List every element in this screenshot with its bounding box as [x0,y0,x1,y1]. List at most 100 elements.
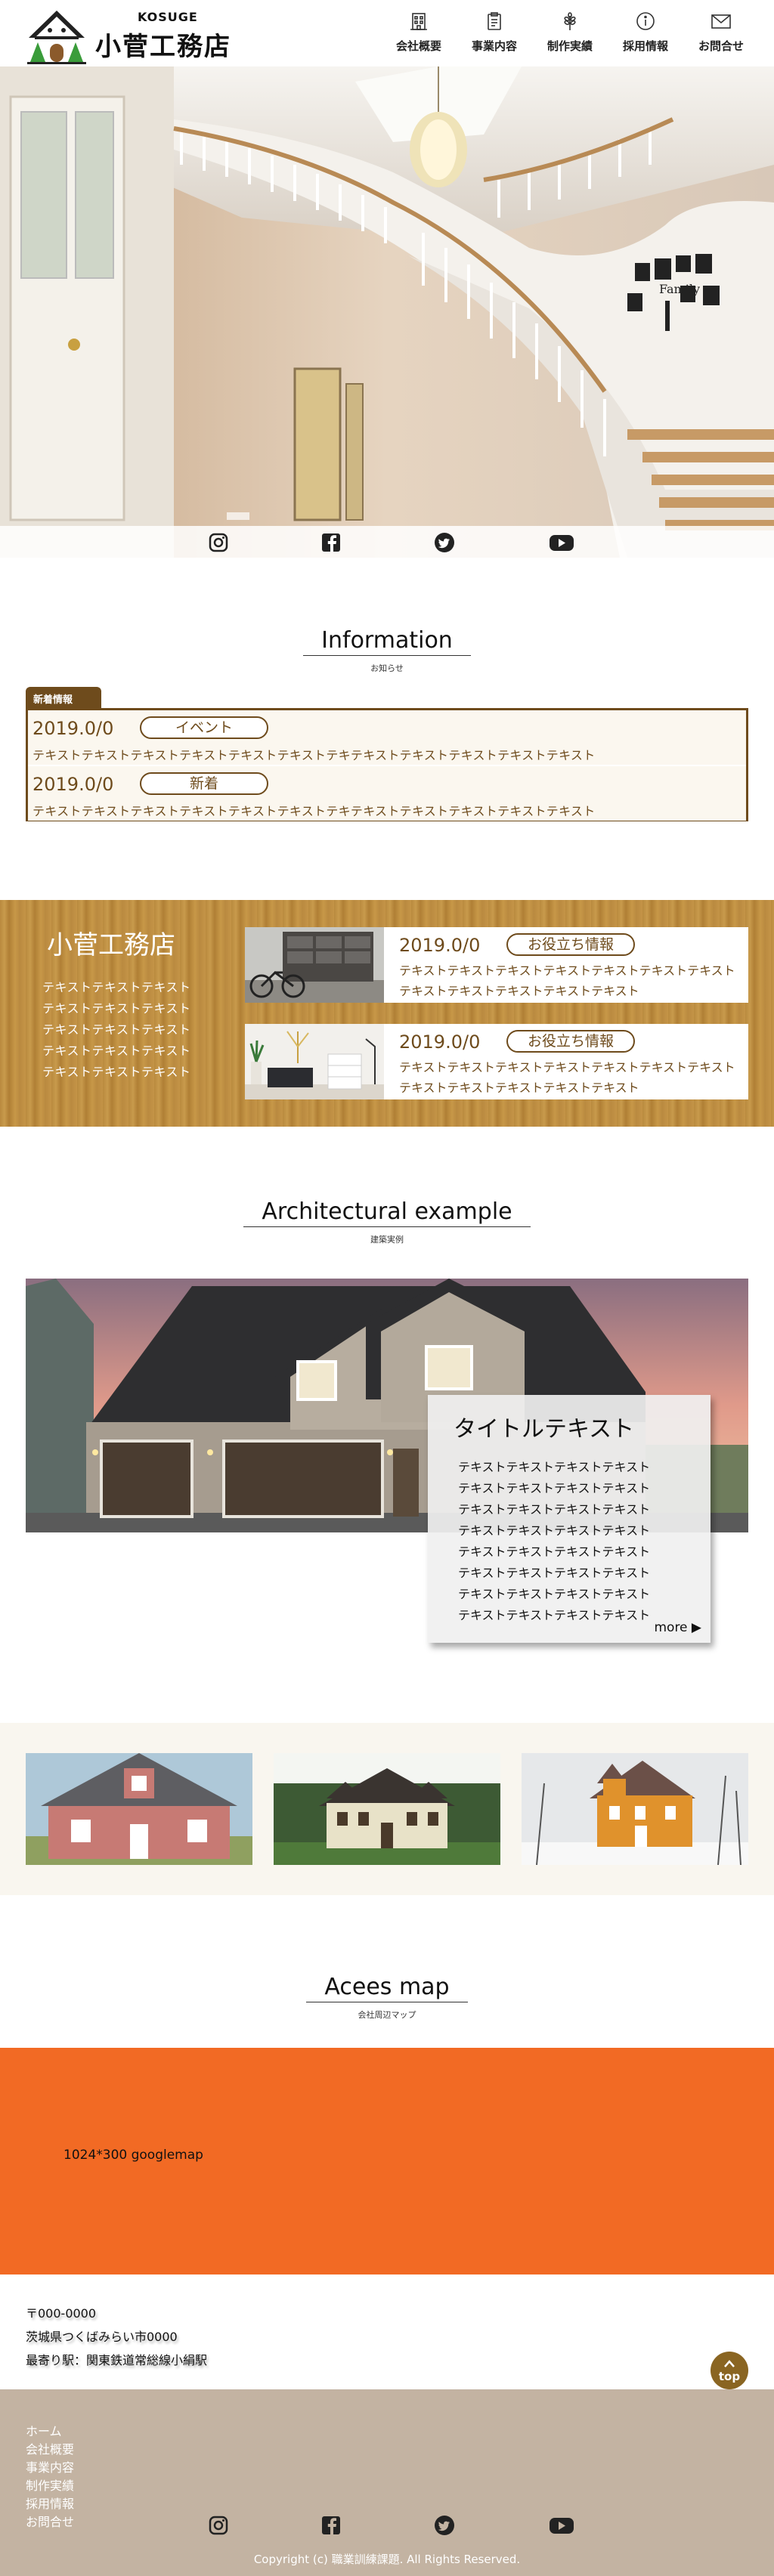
footer-nav: ホーム 会社概要 事業内容 制作実績 採用情報 お問合せ [26,2423,74,2531]
hero-image: Family [0,66,774,558]
card-text: テキストテキストテキストテキスト テキストテキストテキストテキスト テキストテキ… [458,1457,650,1626]
news-text: テキストテキストテキストテキストテキストテキストテキテキストテキストテキストテキ… [33,804,596,818]
card-line: テキストテキストテキストテキスト [458,1566,651,1580]
facebook-icon[interactable] [320,532,342,553]
news-text: テキストテキストテキストテキストテキストテキストテキテキストテキストテキストテキ… [33,748,596,762]
more-link[interactable]: more ▶ [654,1620,701,1635]
nav-item-works[interactable]: 制作実績 [532,11,608,54]
gallery-image[interactable] [522,1753,748,1865]
wheat-icon [559,11,580,32]
works-gallery [0,1723,774,1895]
news-category-badge: イベント [140,716,268,739]
logo-kosuge: KOSUGE [138,10,198,24]
footer-link-contact[interactable]: お問合せ [26,2513,74,2531]
twitter-icon[interactable] [434,2515,455,2536]
card-line: テキストテキストテキストテキスト [458,1523,651,1538]
back-to-top-button[interactable]: top [711,2352,748,2389]
section-subtitle: お知らせ [370,663,404,673]
facebook-icon[interactable] [320,2515,342,2536]
company-description: テキストテキストテキスト テキストテキストテキスト テキストテキストテキスト テ… [42,977,191,1083]
gallery-image[interactable] [26,1753,252,1865]
card-line: テキストテキストテキストテキスト [458,1545,651,1559]
information-heading: Information お知らせ [0,627,774,674]
info-icon [635,11,656,32]
section-title: Architectural example [243,1198,531,1227]
company-section: 小菅工務店 テキストテキストテキスト テキストテキストテキスト テキストテキスト… [0,900,774,1127]
blog-text: テキストテキストテキストテキストテキストテキストテキストテキストテキストテキスト… [399,963,735,998]
blog-category-badge: お役立ち情報 [506,1030,635,1053]
logo[interactable]: KOSUGE 小菅工務店 [24,8,231,65]
logo-name: 小菅工務店 [95,32,231,62]
copyright: Copyright (c) 職業訓練課題. All Rights Reserve… [253,2553,521,2566]
news-item[interactable]: 2019.0/0 新着 テキストテキストテキストテキストテキストテキストテキテキ… [28,766,746,821]
google-map-placeholder[interactable]: 1024*300 googlemap [0,2048,774,2274]
blog-text: テキストテキストテキストテキストテキストテキストテキストテキストテキストテキスト… [399,1060,735,1095]
blog-date: 2019.0/0 [399,1031,481,1053]
footer-link-recruit[interactable]: 採用情報 [26,2495,74,2513]
zip-code: 〒000-0000 [26,2306,97,2321]
news-date: 2019.0/0 [33,774,114,795]
company-title: 小菅工務店 [47,930,175,960]
hero-social-bar [0,526,774,558]
clipboard-icon [484,11,505,32]
footer-link-home[interactable]: ホーム [26,2423,74,2441]
instagram-icon[interactable] [208,2515,229,2536]
nav-item-business[interactable]: 事業内容 [457,11,532,54]
nav-item-recruit[interactable]: 採用情報 [608,11,683,54]
blog-category-badge: お役立ち情報 [506,933,635,956]
nav-label: お問合せ [698,39,744,53]
site-header: KOSUGE 小菅工務店 会社概要 事業内容 制作実績 採用情報 お問合せ [0,0,774,66]
gallery-image[interactable] [274,1753,500,1865]
footer-link-company[interactable]: 会社概要 [26,2441,74,2459]
back-to-top-label: top [718,2370,741,2383]
news-date: 2019.0/0 [33,718,114,739]
section-title: Information [303,627,471,656]
nav-label: 採用情報 [622,39,668,53]
main-nav: 会社概要 事業内容 制作実績 採用情報 お問合せ [381,11,759,54]
section-subtitle: 会社周辺マップ [358,2010,416,2020]
twitter-icon[interactable] [434,532,455,553]
nav-label: 事業内容 [471,39,517,53]
blog-post[interactable]: 2019.0/0 お役立ち情報 テキストテキストテキストテキストテキストテキスト… [245,1024,748,1099]
card-line: テキストテキストテキストテキスト [458,1608,651,1622]
card-line: テキストテキストテキストテキスト [458,1587,651,1601]
footer-link-business[interactable]: 事業内容 [26,2459,74,2477]
company-address: 〒000-0000 茨城県つくばみらい市0000 最寄り駅：関東鉄道常総線小絹駅 [26,2302,207,2372]
nav-item-company[interactable]: 会社概要 [381,11,457,54]
nav-label: 制作実績 [546,39,593,53]
blog-post[interactable]: 2019.0/0 お役立ち情報 テキストテキストテキストテキストテキストテキスト… [245,927,748,1003]
site-footer: ホーム 会社概要 事業内容 制作実績 採用情報 お問合せ Copyright (… [0,2389,774,2576]
news-tab[interactable]: 新着情報 [26,687,101,708]
architecture-card[interactable]: タイトルテキスト テキストテキストテキストテキスト テキストテキストテキストテキ… [428,1395,711,1643]
blog-thumbnail [245,1024,384,1099]
card-title: タイトルテキスト [454,1416,635,1443]
company-line: テキストテキストテキスト [42,980,191,994]
map-heading: Acees map 会社周辺マップ [0,1974,774,2021]
news-item[interactable]: 2019.0/0 イベント テキストテキストテキストテキストテキストテキストテキ… [28,710,746,765]
instagram-icon[interactable] [208,532,229,553]
nav-label: 会社概要 [395,39,441,53]
company-line: テキストテキストテキスト [42,1001,191,1016]
section-title: Acees map [306,1974,468,2002]
section-subtitle: 建築実例 [370,1235,404,1245]
map-placeholder-label: 1024*300 googlemap [63,2148,203,2163]
card-line: テキストテキストテキストテキスト [458,1502,651,1517]
youtube-icon[interactable] [549,532,574,553]
architecture-heading: Architectural example 建築実例 [0,1198,774,1245]
nav-item-contact[interactable]: お問合せ [683,11,759,54]
logo-house-icon [24,8,89,65]
blog-thumbnail [245,927,384,1003]
youtube-icon[interactable] [549,2515,574,2536]
svg-text:Family: Family [659,282,700,296]
street-address: 茨城県つくばみらい市0000 [26,2330,178,2344]
nearest-station: 最寄り駅：関東鉄道常総線小絹駅 [26,2353,208,2367]
footer-link-works[interactable]: 制作実績 [26,2477,74,2495]
card-line: テキストテキストテキストテキスト [458,1460,651,1474]
blog-date: 2019.0/0 [399,935,481,956]
company-line: テキストテキストテキスト [42,1065,191,1079]
news-list: 2019.0/0 イベント テキストテキストテキストテキストテキストテキストテキ… [26,708,748,821]
mail-icon [711,11,732,32]
card-line: テキストテキストテキストテキスト [458,1481,651,1495]
company-line: テキストテキストテキスト [42,1022,191,1037]
news-category-badge: 新着 [140,772,268,795]
